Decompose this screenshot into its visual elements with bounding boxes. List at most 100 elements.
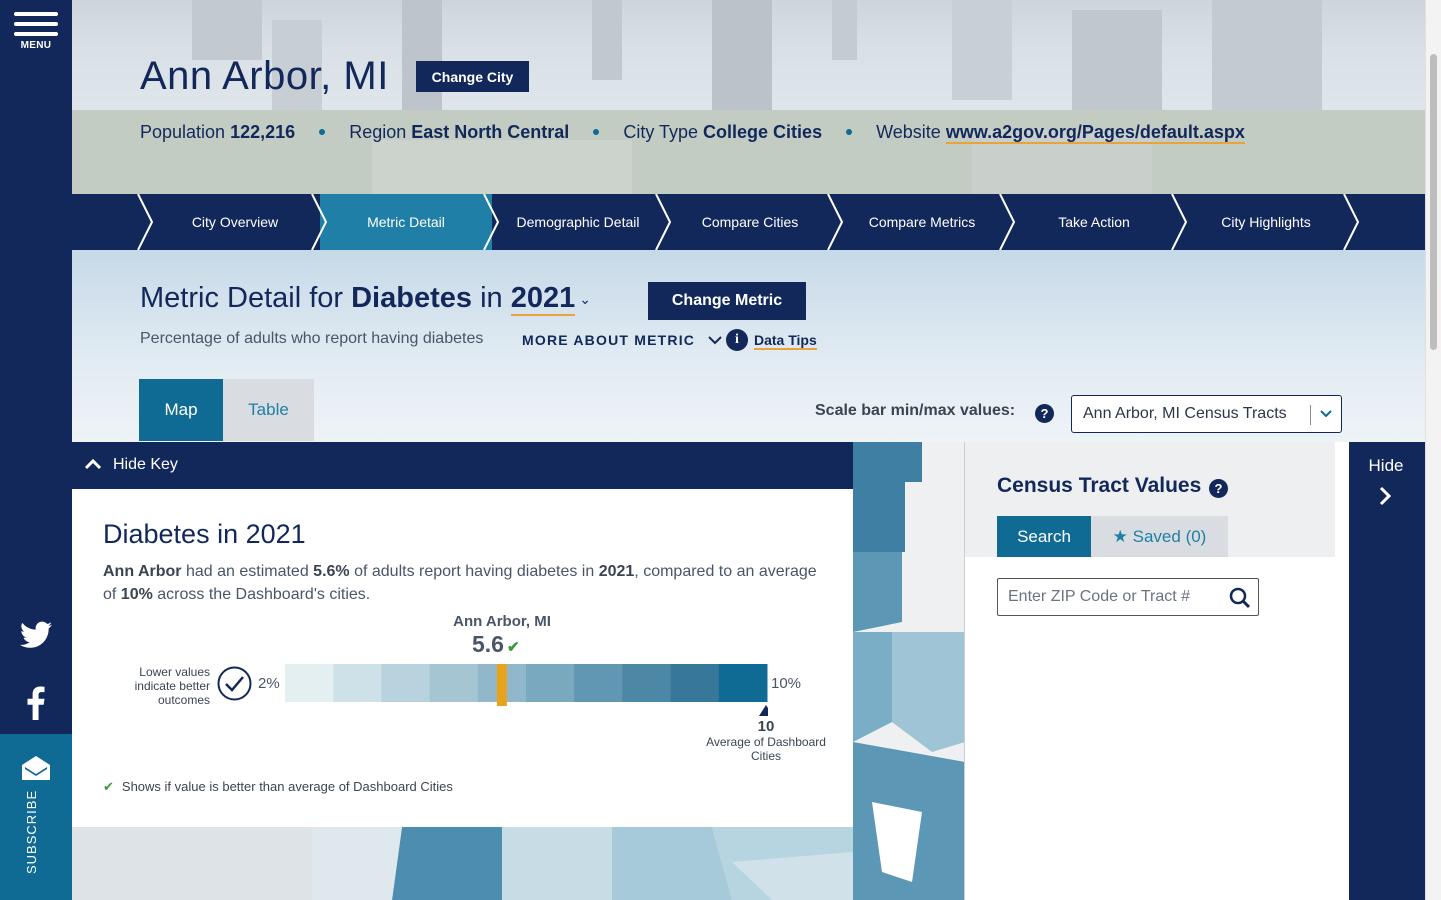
star-icon: ★ [1112, 527, 1128, 546]
scale-bin [670, 664, 720, 702]
change-metric-button[interactable]: Change Metric [648, 282, 806, 320]
city-facts: Population 122,216 Region East North Cen… [140, 122, 1245, 144]
change-city-button[interactable]: Change City [416, 61, 529, 92]
region-label: Region [349, 122, 407, 142]
data-tips-link[interactable]: i Data Tips [726, 329, 817, 351]
help-icon[interactable]: ? [1035, 404, 1054, 423]
summary-text: of adults report having diabetes in [354, 563, 595, 580]
city-header: Ann Arbor, MI Change City Population 122… [72, 0, 1425, 194]
key-title: Diabetes in 2021 [103, 519, 306, 549]
tab-table[interactable]: Table [223, 379, 314, 441]
section-nav: City Overview Metric Detail Demographic … [72, 194, 1425, 250]
scale-bin [429, 664, 479, 702]
scale-bin [526, 664, 575, 702]
scale-bin [381, 664, 431, 702]
city-value-number: 5.6 [472, 631, 504, 657]
average-value: 10 [757, 718, 775, 735]
website-link[interactable]: www.a2gov.org/Pages/default.aspx [945, 122, 1245, 144]
envelope-icon [22, 756, 50, 780]
average-label: Average of Dashboard Cities [706, 735, 826, 763]
census-tract-header: Census Tract Values ? Search ★ Saved (0) [965, 442, 1335, 557]
chevron-down-icon[interactable]: ⌄ [579, 291, 591, 307]
average-marker-triangle [759, 705, 768, 716]
scale-select-value: Ann Arbor, MI Census Tracts [1083, 405, 1287, 422]
data-tips-label: Data Tips [754, 332, 817, 350]
summary-text: had an estimated [185, 563, 309, 580]
bullet-dot [593, 128, 600, 135]
zip-tract-search-input[interactable] [997, 578, 1259, 616]
help-icon[interactable]: ? [1209, 479, 1228, 498]
summary-city: Ann Arbor [103, 563, 182, 580]
scale-city-label: Ann Arbor, MI [453, 613, 551, 630]
hide-panel-toggle[interactable]: Hide [1349, 442, 1425, 900]
twitter-icon[interactable] [0, 621, 72, 654]
population-value: 122,216 [230, 122, 296, 142]
hamburger-bar [14, 22, 58, 26]
metric-title: Metric Detail for Diabetes in 2021 ⌄ [140, 282, 591, 316]
website-label: Website [876, 122, 941, 142]
better-note-text: Shows if value is better than average of… [121, 779, 453, 794]
summary-average: 10% [120, 586, 153, 603]
scale-max-label: 10% [771, 675, 802, 692]
saved-tab-label: Saved (0) [1132, 527, 1207, 546]
nav-compare-cities[interactable]: Compare Cities [664, 194, 836, 250]
metric-in-word: in [480, 282, 503, 314]
nav-metric-detail[interactable]: Metric Detail [320, 194, 492, 250]
chevron-down-icon [708, 336, 722, 345]
scale-bar-select[interactable]: Ann Arbor, MI Census Tracts [1071, 395, 1342, 433]
hide-key-toggle[interactable]: Hide Key [72, 442, 853, 489]
panel-gutter [1335, 442, 1349, 900]
summary-text: across the Dashboard's cities. [157, 586, 371, 603]
region-value: East North Central [411, 122, 570, 142]
nav-city-overview[interactable]: City Overview [147, 194, 323, 250]
left-sidebar: MENU SUBSCRIBE [0, 0, 72, 900]
chevron-down-icon [1320, 410, 1332, 418]
menu-button[interactable]: MENU [14, 12, 58, 51]
subscribe-button[interactable]: SUBSCRIBE [0, 734, 72, 900]
check-circle-icon [217, 666, 252, 701]
metric-description: Percentage of adults who report having d… [140, 330, 484, 347]
lower-values-note: Lower values indicate better outcomes [134, 665, 210, 707]
population-label: Population [140, 122, 226, 142]
city-type-value: College Cities [703, 122, 823, 142]
nav-take-action[interactable]: Take Action [1008, 194, 1180, 250]
census-tract-title: Census Tract Values [997, 474, 1202, 497]
hamburger-bar [14, 32, 58, 36]
nav-demographic-detail[interactable]: Demographic Detail [492, 194, 664, 250]
city-name: Ann Arbor, MI [140, 54, 389, 98]
hamburger-icon [14, 12, 58, 16]
more-about-label: MORE ABOUT METRIC [522, 332, 696, 348]
hide-panel-label: Hide [1368, 456, 1404, 475]
bullet-dot [846, 128, 853, 135]
summary-year: 2021 [598, 563, 635, 580]
select-divider [1310, 405, 1311, 425]
check-icon: ✔ [103, 779, 114, 794]
bullet-dot [319, 128, 326, 135]
page-scrollbar[interactable] [1425, 0, 1441, 900]
key-summary: Ann Arbor had an estimated 5.6% of adult… [103, 560, 833, 606]
metric-section: Metric Detail for Diabetes in 2021 ⌄ Chan… [72, 250, 1425, 442]
more-about-metric-toggle[interactable]: MORE ABOUT METRIC [522, 332, 722, 348]
scale-city-value: 5.6 ✔ [472, 631, 520, 658]
scrollbar-thumb[interactable] [1430, 54, 1437, 350]
facebook-icon[interactable] [0, 686, 72, 725]
tab-map[interactable]: Map [139, 379, 223, 441]
check-icon: ✔ [506, 639, 520, 656]
metric-name: Diabetes [351, 282, 472, 314]
nav-city-highlights[interactable]: City Highlights [1180, 194, 1352, 250]
tab-search[interactable]: Search [997, 516, 1091, 557]
chevron-right-icon [1379, 486, 1392, 506]
nav-compare-metrics[interactable]: Compare Metrics [836, 194, 1008, 250]
tab-saved[interactable]: ★ Saved (0) [1091, 516, 1228, 557]
year-selector[interactable]: 2021 [510, 282, 576, 316]
info-icon: i [726, 329, 748, 351]
summary-value: 5.6% [313, 563, 350, 580]
scale-bin [285, 664, 334, 702]
census-tract-panel: Census Tract Values ? Search ★ Saved (0) [964, 442, 1335, 900]
menu-label: MENU [20, 40, 52, 51]
search-icon[interactable] [1229, 587, 1251, 609]
metric-title-prefix: Metric Detail for [140, 282, 344, 314]
scale-bin [718, 664, 768, 702]
metric-key-panel: Diabetes in 2021 Ann Arbor had an estima… [72, 489, 853, 827]
scale-min-label: 2% [258, 675, 280, 692]
